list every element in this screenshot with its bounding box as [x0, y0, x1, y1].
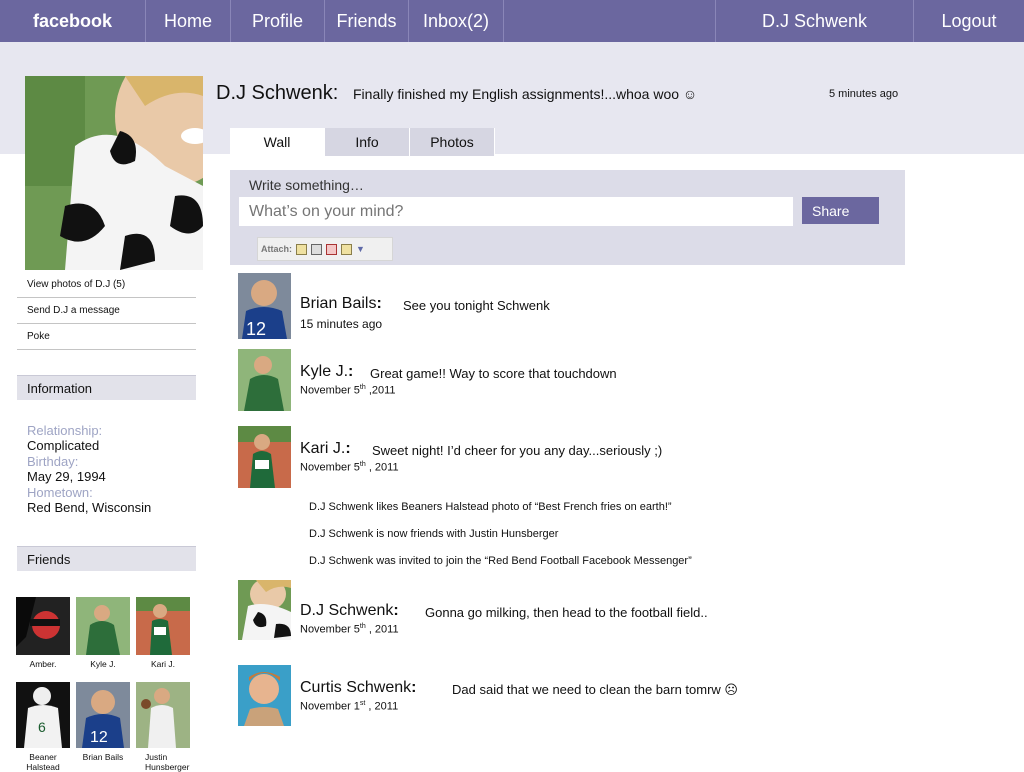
- post-message: Dad said that we need to clean the barn …: [452, 682, 738, 697]
- post-message: See you tonight Schwenk: [403, 298, 550, 313]
- friend-tile[interactable]: 12 Brian Bails: [75, 682, 131, 762]
- wall-composer: Write something… Share Attach: ▼: [230, 170, 905, 265]
- friend-avatar[interactable]: 12: [76, 682, 130, 748]
- post-timestamp: November 5th , 2011: [300, 461, 399, 474]
- friend-avatar[interactable]: 6: [16, 682, 70, 748]
- post-author-name[interactable]: Brian Bails:: [300, 295, 382, 313]
- post-author-photo: [238, 580, 291, 640]
- post-author-photo: [238, 426, 291, 488]
- share-button[interactable]: Share: [802, 197, 879, 224]
- event-icon[interactable]: [326, 243, 337, 255]
- status-timestamp: 5 minutes ago: [829, 88, 899, 100]
- post-author-photo: [238, 665, 291, 726]
- nav-profile-link[interactable]: Profile: [231, 0, 325, 42]
- topbar-spacer: [504, 0, 716, 42]
- status-text: Finally finished my English assignments!…: [353, 86, 698, 102]
- post-author-photo: 12: [238, 273, 291, 339]
- attach-toolbar: Attach: ▼: [257, 237, 393, 261]
- friend-photo: [136, 682, 190, 748]
- post-avatar[interactable]: 12: [238, 273, 291, 339]
- profile-tabs: Wall Info Photos: [230, 128, 495, 156]
- friend-tile[interactable]: Kari J.: [135, 597, 191, 669]
- post-author-name[interactable]: D.J Schwenk:: [300, 602, 399, 620]
- photo-icon[interactable]: [296, 243, 307, 255]
- friend-name[interactable]: Beaner Halstead: [15, 752, 71, 772]
- post-timestamp: November 5th ,2011: [300, 384, 396, 397]
- tab-photos[interactable]: Photos: [410, 128, 495, 156]
- post-timestamp: 15 minutes ago: [300, 317, 383, 331]
- friend-photo: 6: [16, 682, 70, 748]
- post-avatar[interactable]: [238, 665, 291, 726]
- video-icon[interactable]: [311, 243, 322, 255]
- poke-link[interactable]: Poke: [17, 324, 196, 350]
- nav-user-name[interactable]: D.J Schwenk: [716, 0, 914, 42]
- post-avatar[interactable]: [238, 349, 291, 411]
- profile-photo-image: [25, 76, 203, 270]
- post-avatar[interactable]: [238, 580, 291, 640]
- relationship-value: Complicated: [27, 438, 100, 454]
- profile-action-links: View photos of D.J (5) Send D.J a messag…: [17, 272, 196, 350]
- top-navigation-bar: facebook Home Profile Friends Inbox(2) D…: [0, 0, 1024, 42]
- friend-photo: [136, 597, 190, 655]
- post-message: Gonna go milking, then head to the footb…: [425, 605, 708, 620]
- friend-photo: [76, 597, 130, 655]
- attach-label: Attach:: [261, 244, 292, 254]
- view-photos-link[interactable]: View photos of D.J (5): [17, 272, 196, 298]
- friend-avatar[interactable]: [76, 597, 130, 655]
- tab-info[interactable]: Info: [325, 128, 410, 156]
- friend-avatar[interactable]: [136, 682, 190, 748]
- friend-avatar[interactable]: [136, 597, 190, 655]
- activity-item[interactable]: D.J Schwenk likes Beaners Halstead photo…: [309, 501, 672, 513]
- friend-name[interactable]: Justin Hunsberger: [135, 752, 191, 772]
- friends-section-header: Friends: [17, 546, 196, 571]
- activity-item[interactable]: D.J Schwenk is now friends with Justin H…: [309, 528, 558, 540]
- hometown-value: Red Bend, Wisconsin: [27, 500, 152, 516]
- hometown-label: Hometown:: [27, 484, 93, 500]
- friend-name[interactable]: Kari J.: [135, 659, 191, 669]
- relationship-label: Relationship:: [27, 423, 103, 438]
- status-author-name[interactable]: D.J Schwenk:: [216, 82, 338, 105]
- post-author-name[interactable]: Kyle J.:: [300, 363, 353, 381]
- friend-name[interactable]: Brian Bails: [75, 752, 131, 762]
- nav-inbox-link[interactable]: Inbox(2): [409, 0, 504, 42]
- post-timestamp: November 5th , 2011: [300, 623, 399, 636]
- logout-link[interactable]: Logout: [914, 0, 1024, 42]
- friend-name[interactable]: Amber.: [15, 659, 71, 669]
- post-author-name[interactable]: Kari J.:: [300, 440, 351, 458]
- post-avatar[interactable]: [238, 426, 291, 488]
- friend-tile[interactable]: 6 Beaner Halstead: [15, 682, 71, 772]
- friend-tile[interactable]: Kyle J.: [75, 597, 131, 669]
- post-timestamp: November 1st , 2011: [300, 700, 399, 713]
- send-message-link[interactable]: Send D.J a message: [17, 298, 196, 324]
- svg-text:12: 12: [246, 319, 266, 339]
- svg-text:12: 12: [90, 729, 108, 746]
- chevron-down-icon[interactable]: ▼: [356, 244, 365, 254]
- status-input[interactable]: [239, 197, 793, 226]
- post-message: Sweet night! I’d cheer for you any day..…: [372, 443, 663, 458]
- nav-home-link[interactable]: Home: [146, 0, 231, 42]
- information-section-header: Information: [17, 375, 196, 400]
- post-message: Great game!! Way to score that touchdown: [370, 366, 617, 381]
- information-panel: Relationship: Complicated Birthday: May …: [27, 423, 197, 515]
- friend-photo: [16, 597, 70, 655]
- friend-avatar[interactable]: [16, 597, 70, 655]
- friend-photo: 12: [76, 682, 130, 748]
- facebook-logo[interactable]: facebook: [0, 0, 146, 42]
- birthday-label: Birthday:: [27, 453, 79, 469]
- profile-photo[interactable]: [25, 76, 203, 270]
- svg-text:6: 6: [38, 719, 46, 735]
- activity-item[interactable]: D.J Schwenk was invited to join the “Red…: [309, 555, 692, 567]
- post-author-name[interactable]: Curtis Schwenk:: [300, 679, 416, 697]
- nav-friends-link[interactable]: Friends: [325, 0, 409, 42]
- write-something-label: Write something…: [249, 177, 364, 193]
- link-icon[interactable]: [341, 243, 352, 255]
- post-author-photo: [238, 349, 291, 411]
- friend-name[interactable]: Kyle J.: [75, 659, 131, 669]
- tab-wall[interactable]: Wall: [230, 128, 325, 156]
- friend-tile[interactable]: Amber.: [15, 597, 71, 669]
- friend-tile[interactable]: Justin Hunsberger: [135, 682, 191, 772]
- birthday-value: May 29, 1994: [27, 469, 106, 485]
